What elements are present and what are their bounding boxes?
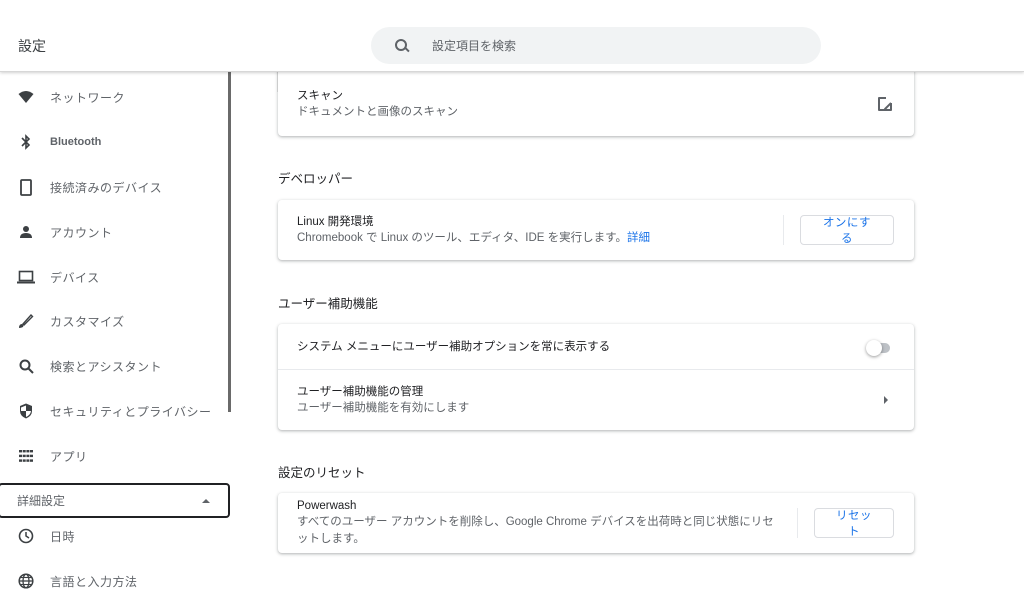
scan-subtitle: ドキュメントと画像のスキャン xyxy=(297,105,458,118)
scan-row[interactable]: スキャン ドキュメントと画像のスキャン xyxy=(278,66,914,136)
learn-more-link[interactable]: 詳細 xyxy=(627,232,650,244)
sidebar: ネットワーク Bluetooth 接続済みのデバイス アカウント デバイス カス… xyxy=(0,72,232,607)
header: 設定 xyxy=(0,0,1024,72)
search-box[interactable] xyxy=(371,27,821,64)
divider xyxy=(797,508,798,538)
powerwash-title: Powerwash xyxy=(297,500,357,512)
sidebar-item-label: 日時 xyxy=(50,529,76,544)
sidebar-item-security-privacy[interactable]: セキュリティとプライバシー xyxy=(0,389,230,433)
manage-accessibility-row[interactable]: ユーザー補助機能の管理 ユーザー補助機能を有効にします xyxy=(278,370,914,430)
wifi-icon xyxy=(16,87,36,107)
manage-accessibility-subtitle: ユーザー補助機能を有効にします xyxy=(297,401,470,414)
person-icon xyxy=(16,222,36,242)
always-show-accessibility-row[interactable]: システム メニューにユーザー補助オプションを常に表示する xyxy=(278,324,914,369)
turn-on-button[interactable]: オンにする xyxy=(800,215,894,245)
accessibility-section-title: ユーザー補助機能 xyxy=(278,297,378,311)
scan-card: スキャン ドキュメントと画像のスキャン xyxy=(278,66,914,136)
sidebar-item-bluetooth[interactable]: Bluetooth xyxy=(0,120,230,164)
sidebar-item-apps[interactable]: アプリ xyxy=(0,434,230,478)
bluetooth-icon xyxy=(16,132,36,152)
sidebar-item-languages-input[interactable]: 言語と入力方法 xyxy=(0,559,230,603)
sidebar-item-label: 検索とアシスタント xyxy=(50,359,163,374)
sidebar-item-connected-devices[interactable]: 接続済みのデバイス xyxy=(0,165,230,209)
linux-subtitle: Chromebook で Linux のツール、エディタ、IDE を実行します。… xyxy=(297,230,783,247)
powerwash-row: Powerwash すべてのユーザー アカウントを削除し、Google Chro… xyxy=(278,493,914,553)
search-icon xyxy=(394,38,410,54)
sidebar-item-label: カスタマイズ xyxy=(50,314,125,329)
shield-icon xyxy=(16,401,36,421)
sidebar-scrollbar[interactable] xyxy=(228,72,231,412)
manage-accessibility-title: ユーザー補助機能の管理 xyxy=(297,385,424,398)
always-show-accessibility-toggle[interactable] xyxy=(866,339,892,356)
search-input[interactable] xyxy=(432,38,792,53)
sidebar-item-label: ネットワーク xyxy=(50,90,126,105)
sidebar-item-label: 言語と入力方法 xyxy=(50,574,138,589)
sidebar-item-personalization[interactable]: カスタマイズ xyxy=(0,299,230,343)
accessibility-card: システム メニューにユーザー補助オプションを常に表示する ユーザー補助機能の管理… xyxy=(278,324,914,430)
linux-title: Linux 開発環境 xyxy=(297,215,374,228)
sidebar-item-accounts[interactable]: アカウント xyxy=(0,210,230,254)
app-title: 設定 xyxy=(18,38,46,54)
advanced-settings-label: 詳細設定 xyxy=(17,494,66,508)
sidebar-item-label: アカウント xyxy=(50,225,113,240)
sidebar-item-label: デバイス xyxy=(50,270,100,285)
arrow-right-icon xyxy=(884,396,888,404)
scan-title: スキャン xyxy=(297,89,343,102)
always-show-accessibility-label: システム メニューにユーザー補助オプションを常に表示する xyxy=(297,340,611,353)
globe-icon xyxy=(16,571,36,591)
sidebar-item-search-assistant[interactable]: 検索とアシスタント xyxy=(0,344,230,388)
advanced-settings-toggle[interactable]: 詳細設定 xyxy=(0,483,230,518)
sidebar-item-label: セキュリティとプライバシー xyxy=(50,404,212,419)
linux-row: Linux 開発環境 Chromebook で Linux のツール、エディタ、… xyxy=(278,200,914,260)
sidebar-item-network[interactable]: ネットワーク xyxy=(0,75,230,119)
sidebar-item-date-time[interactable]: 日時 xyxy=(0,514,230,558)
linux-card: Linux 開発環境 Chromebook で Linux のツール、エディタ、… xyxy=(278,200,914,260)
caret-up-icon xyxy=(202,498,210,503)
powerwash-subtitle: すべてのユーザー アカウントを削除し、Google Chrome デバイスを出荷… xyxy=(297,516,774,545)
clock-icon xyxy=(16,526,36,546)
powerwash-card: Powerwash すべてのユーザー アカウントを削除し、Google Chro… xyxy=(278,493,914,553)
linux-subtitle-text: Chromebook で Linux のツール、エディタ、IDE を実行します。 xyxy=(297,231,627,244)
divider xyxy=(783,215,784,245)
laptop-icon xyxy=(16,267,36,287)
search-icon xyxy=(16,356,36,376)
sidebar-item-label: 接続済みのデバイス xyxy=(50,180,163,195)
sidebar-item-label: アプリ xyxy=(50,449,88,464)
developer-section-title: デベロッパー xyxy=(278,172,354,186)
open-external-icon[interactable] xyxy=(878,96,893,111)
reset-button[interactable]: リセット xyxy=(814,508,894,538)
sidebar-item-device[interactable]: デバイス xyxy=(0,255,230,299)
sidebar-item-label: Bluetooth xyxy=(50,136,102,148)
toggle-knob xyxy=(866,339,882,356)
brush-icon xyxy=(16,311,36,331)
phone-icon xyxy=(16,177,36,197)
reset-section-title: 設定のリセット xyxy=(278,466,366,480)
apps-grid-icon xyxy=(16,446,36,466)
